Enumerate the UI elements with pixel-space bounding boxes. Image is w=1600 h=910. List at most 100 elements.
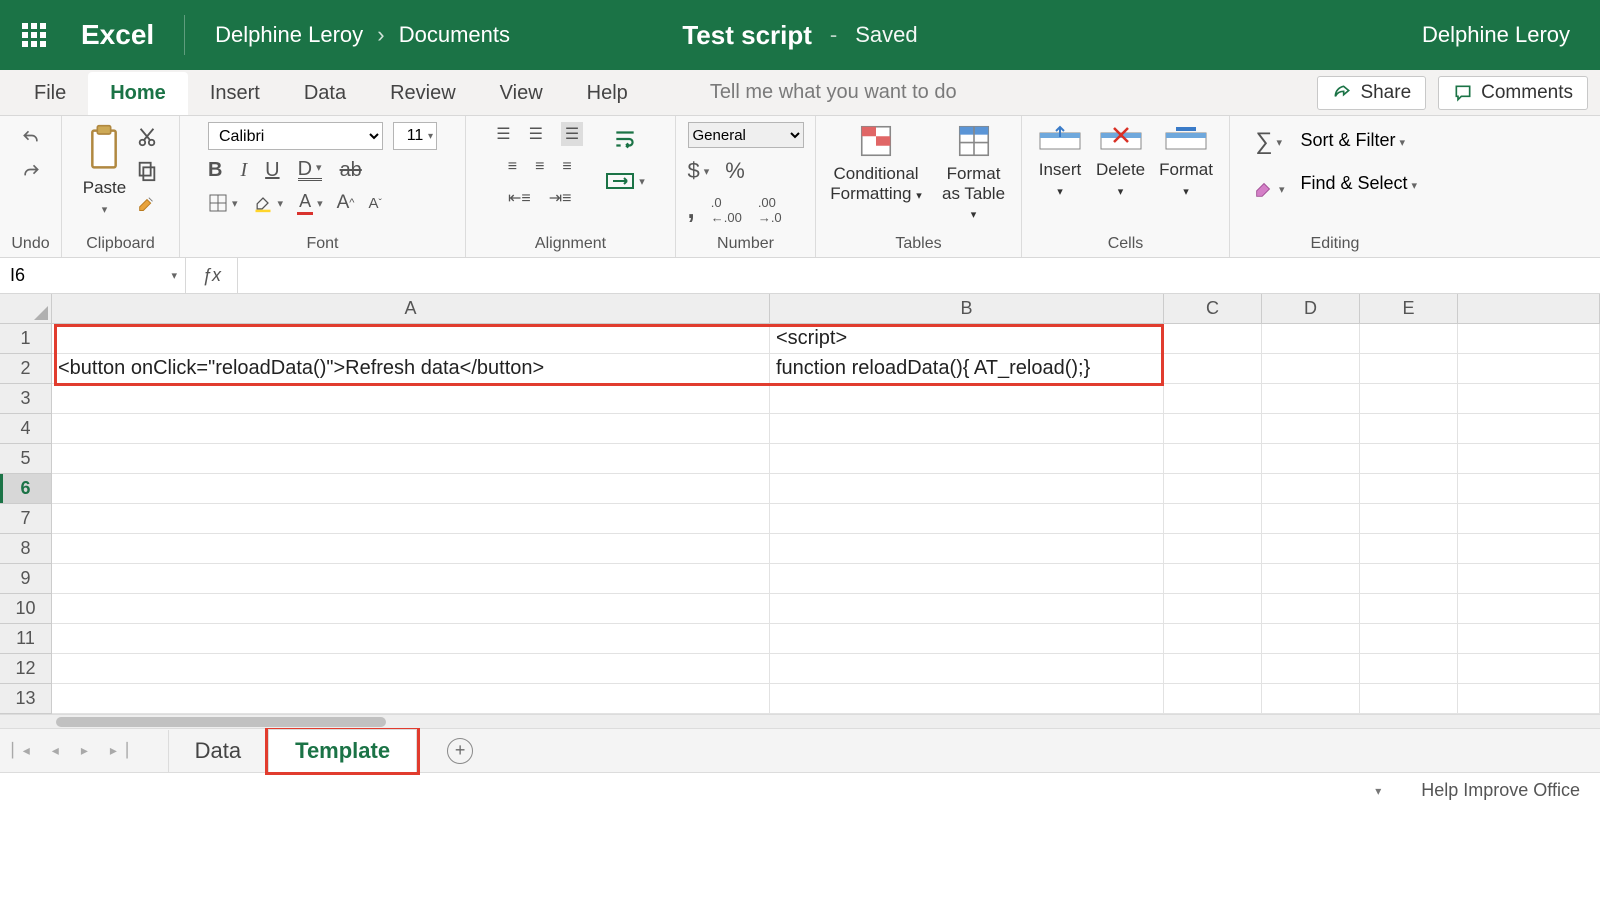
cell-A2[interactable]: <button onClick="reloadData()">Refresh d…	[52, 354, 770, 384]
row-header-7[interactable]: 7	[0, 504, 52, 534]
col-header-A[interactable]: A	[52, 294, 770, 324]
cell-E5[interactable]	[1360, 444, 1458, 474]
align-bottom-button[interactable]: ☰	[561, 122, 583, 146]
cell-edge[interactable]	[1458, 564, 1600, 594]
document-title[interactable]: Test script	[682, 20, 812, 51]
percent-button[interactable]: %	[725, 158, 745, 184]
cell-B12[interactable]	[770, 654, 1164, 684]
cell-edge[interactable]	[1458, 624, 1600, 654]
insert-cells-button[interactable]: Insert▾	[1038, 122, 1082, 199]
view-options-dropdown[interactable]: ▾	[1375, 784, 1381, 798]
cell-D8[interactable]	[1262, 534, 1360, 564]
cell-E3[interactable]	[1360, 384, 1458, 414]
sheet-nav-next[interactable]: ▸	[81, 742, 88, 759]
delete-cells-button[interactable]: Delete▾	[1096, 122, 1145, 199]
wrap-text-button[interactable]	[611, 126, 639, 152]
grow-font-button[interactable]: A^	[337, 192, 355, 214]
font-size-input[interactable]	[393, 122, 437, 150]
sort-filter-button[interactable]: Sort & Filter	[1300, 130, 1405, 151]
decrease-decimal-button[interactable]: .00→.0	[758, 195, 782, 225]
cell-B3[interactable]	[770, 384, 1164, 414]
increase-indent-button[interactable]: ⇥≡	[549, 188, 572, 208]
redo-button[interactable]	[18, 162, 44, 182]
cell-E10[interactable]	[1360, 594, 1458, 624]
cell-C3[interactable]	[1164, 384, 1262, 414]
sheet-nav-last[interactable]: ▸▕	[110, 742, 128, 759]
insert-function-button[interactable]: ƒx	[186, 258, 238, 293]
comma-style-button[interactable]: ,	[688, 194, 695, 225]
fill-color-button[interactable]	[252, 193, 284, 213]
borders-button[interactable]	[208, 193, 238, 213]
align-right-button[interactable]: ≡	[562, 158, 571, 176]
copy-button[interactable]	[136, 160, 158, 182]
cell-C1[interactable]	[1164, 324, 1262, 354]
cell-C7[interactable]	[1164, 504, 1262, 534]
cell-E4[interactable]	[1360, 414, 1458, 444]
breadcrumb-user[interactable]: Delphine Leroy	[215, 22, 363, 47]
cell-D2[interactable]	[1262, 354, 1360, 384]
font-name-select[interactable]: Calibri	[208, 122, 383, 150]
cell-D3[interactable]	[1262, 384, 1360, 414]
cell-E1[interactable]	[1360, 324, 1458, 354]
cell-A11[interactable]	[52, 624, 770, 654]
worksheet-grid[interactable]: A B C D E 1<script>2<button onClick="rel…	[0, 294, 1600, 714]
accounting-format-button[interactable]: $	[688, 158, 710, 184]
format-as-table-button[interactable]: Format as Table ▾	[940, 122, 1007, 223]
cell-E2[interactable]	[1360, 354, 1458, 384]
cell-B11[interactable]	[770, 624, 1164, 654]
row-header-12[interactable]: 12	[0, 654, 52, 684]
col-header-C[interactable]: C	[1164, 294, 1262, 324]
cell-A7[interactable]	[52, 504, 770, 534]
decrease-indent-button[interactable]: ⇤≡	[508, 188, 531, 208]
cell-A1[interactable]	[52, 324, 770, 354]
cell-A8[interactable]	[52, 534, 770, 564]
cell-A5[interactable]	[52, 444, 770, 474]
cell-B4[interactable]	[770, 414, 1164, 444]
merge-button[interactable]	[605, 170, 645, 192]
tab-insert[interactable]: Insert	[188, 72, 282, 115]
strikethrough-button[interactable]: ab	[340, 159, 362, 182]
help-improve-link[interactable]: Help Improve Office	[1421, 780, 1580, 801]
underline-button[interactable]: U	[265, 159, 279, 182]
cell-B5[interactable]	[770, 444, 1164, 474]
cell-A3[interactable]	[52, 384, 770, 414]
sheet-nav-first[interactable]: ▏◂	[12, 742, 30, 759]
cell-edge[interactable]	[1458, 414, 1600, 444]
autosum-button[interactable]: ∑	[1255, 128, 1282, 156]
sheet-nav-prev[interactable]: ◂	[52, 742, 59, 759]
cell-D7[interactable]	[1262, 504, 1360, 534]
cell-C4[interactable]	[1164, 414, 1262, 444]
align-top-button[interactable]: ☰	[496, 124, 510, 144]
cell-B9[interactable]	[770, 564, 1164, 594]
breadcrumb-location[interactable]: Documents	[399, 22, 510, 47]
cell-B2[interactable]: function reloadData(){ AT_reload();}	[770, 354, 1164, 384]
cell-B7[interactable]	[770, 504, 1164, 534]
cell-C9[interactable]	[1164, 564, 1262, 594]
cell-C13[interactable]	[1164, 684, 1262, 714]
cell-A10[interactable]	[52, 594, 770, 624]
cell-C6[interactable]	[1164, 474, 1262, 504]
cell-D6[interactable]	[1262, 474, 1360, 504]
cell-C8[interactable]	[1164, 534, 1262, 564]
cell-C2[interactable]	[1164, 354, 1262, 384]
cell-C12[interactable]	[1164, 654, 1262, 684]
select-all-corner[interactable]	[0, 294, 52, 324]
row-header-8[interactable]: 8	[0, 534, 52, 564]
row-header-6[interactable]: 6	[0, 474, 52, 504]
cell-A6[interactable]	[52, 474, 770, 504]
align-center-button[interactable]: ≡	[535, 158, 544, 176]
bold-button[interactable]: B	[208, 159, 222, 182]
cell-A4[interactable]	[52, 414, 770, 444]
cell-D5[interactable]	[1262, 444, 1360, 474]
col-header-D[interactable]: D	[1262, 294, 1360, 324]
formula-input[interactable]	[238, 258, 1600, 293]
row-header-3[interactable]: 3	[0, 384, 52, 414]
cell-D12[interactable]	[1262, 654, 1360, 684]
cell-A9[interactable]	[52, 564, 770, 594]
align-middle-button[interactable]: ☰	[529, 124, 543, 144]
cut-button[interactable]	[136, 126, 158, 148]
col-header-B[interactable]: B	[770, 294, 1164, 324]
cell-edge[interactable]	[1458, 474, 1600, 504]
col-header-E[interactable]: E	[1360, 294, 1458, 324]
account-name[interactable]: Delphine Leroy	[1422, 22, 1570, 48]
